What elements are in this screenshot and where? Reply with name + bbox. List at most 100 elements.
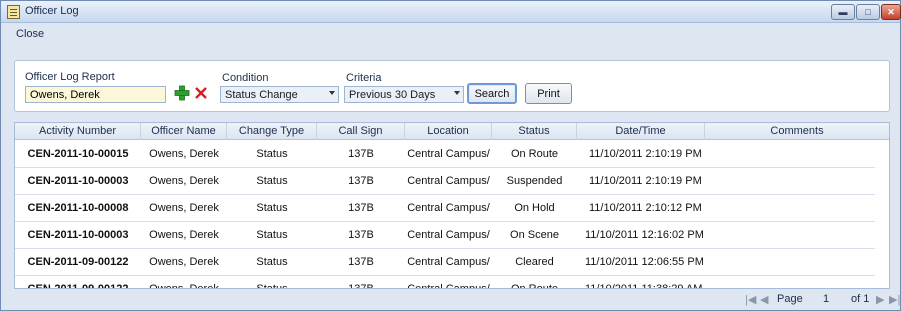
cell-change-type: Status — [256, 229, 288, 241]
grid-header: Activity Number Officer Name Change Type… — [15, 123, 889, 140]
cell-activity-number: CEN-2011-09-00122 — [27, 256, 129, 268]
minimize-button[interactable]: ▬ — [831, 4, 855, 20]
cell-comments — [705, 276, 875, 288]
cell-comments — [705, 249, 875, 275]
page-number[interactable]: 1 — [823, 293, 829, 305]
cell-call-sign: 137B — [348, 175, 374, 187]
criteria-select[interactable]: Previous 30 Days — [344, 86, 464, 103]
column-header-call-sign[interactable]: Call Sign — [317, 123, 405, 140]
cell-change-type: Status — [256, 256, 288, 268]
print-button[interactable]: Print — [525, 83, 572, 104]
officer-input[interactable]: Owens, Derek — [25, 86, 166, 103]
condition-select[interactable]: Status Change — [220, 86, 339, 103]
cell-activity-number: CEN-2011-09-00122 — [27, 283, 129, 289]
log-book-icon — [7, 5, 20, 19]
table-row[interactable]: CEN-2011-10-00015 Owens, Derek Status 13… — [15, 141, 875, 168]
page-count: of 1 — [851, 293, 870, 305]
filter-panel: Officer Log Report Owens, Derek Conditio… — [14, 60, 890, 112]
close-icon: ✕ — [887, 6, 895, 17]
cell-date-time: 11/10/2011 12:16:02 PM — [585, 229, 704, 241]
cell-date-time: 11/10/2011 12:06:55 PM — [585, 256, 704, 268]
cell-comments — [705, 222, 875, 248]
cell-activity-number: CEN-2011-10-00003 — [27, 175, 129, 187]
search-button[interactable]: Search — [467, 83, 517, 104]
pager: |◀ ◀ Page 1 of 1 ▶ ▶| — [731, 291, 900, 309]
cell-officer-name: Owens, Derek — [149, 283, 219, 289]
cell-date-time: 11/10/2011 11:38:29 AM — [585, 283, 703, 289]
cell-activity-number: CEN-2011-10-00003 — [27, 229, 129, 241]
column-header-comments[interactable]: Comments — [705, 123, 889, 140]
cell-status: Cleared — [515, 256, 554, 268]
cell-activity-number: CEN-2011-10-00008 — [27, 202, 129, 214]
column-header-location[interactable]: Location — [405, 123, 492, 140]
remove-officer-icon[interactable] — [194, 85, 208, 101]
cell-location: Central Campus/ — [407, 229, 490, 241]
cell-status: On Hold — [514, 202, 555, 214]
chevron-down-icon — [329, 91, 335, 95]
cell-officer-name: Owens, Derek — [149, 229, 219, 241]
cell-change-type: Status — [256, 148, 288, 160]
column-header-activity-number[interactable]: Activity Number — [15, 123, 141, 140]
menu-bar: Close — [2, 24, 899, 46]
menu-item-close[interactable]: Close — [16, 28, 44, 40]
window-title: Officer Log — [25, 5, 79, 17]
cell-comments — [705, 195, 875, 221]
cell-call-sign: 137B — [348, 229, 374, 241]
cell-activity-number: CEN-2011-10-00015 — [27, 148, 129, 160]
maximize-icon: □ — [865, 7, 871, 17]
cell-status: On Scene — [510, 229, 559, 241]
cell-change-type: Status — [256, 283, 288, 289]
next-page-icon[interactable]: ▶ — [876, 293, 884, 306]
cell-call-sign: 137B — [348, 283, 374, 289]
column-header-officer-name[interactable]: Officer Name — [141, 123, 227, 140]
cell-officer-name: Owens, Derek — [149, 148, 219, 160]
close-window-button[interactable]: ✕ — [881, 4, 901, 20]
table-row[interactable]: CEN-2011-10-00003 Owens, Derek Status 13… — [15, 222, 875, 249]
vertical-scrollbar[interactable]: ▲ ≡ ▼ — [889, 123, 890, 288]
cell-comments — [705, 141, 875, 167]
criteria-value: Previous 30 Days — [349, 89, 436, 101]
cell-location: Central Campus/ — [407, 175, 490, 187]
criteria-label: Criteria — [346, 72, 382, 84]
condition-label: Condition — [222, 72, 269, 84]
cell-call-sign: 137B — [348, 202, 374, 214]
last-page-icon[interactable]: ▶| — [889, 293, 900, 306]
previous-page-icon[interactable]: ◀ — [760, 293, 768, 306]
officer-log-report-label: Officer Log Report — [25, 71, 115, 83]
cell-status: Suspended — [506, 175, 563, 187]
column-header-change-type[interactable]: Change Type — [227, 123, 317, 140]
cell-change-type: Status — [256, 202, 288, 214]
title-bar[interactable]: Officer Log ▬ □ ✕ — [1, 1, 901, 23]
cell-date-time: 11/10/2011 2:10:19 PM — [589, 175, 702, 187]
cell-status: On Route — [510, 148, 559, 160]
cell-date-time: 11/10/2011 2:10:19 PM — [589, 148, 702, 160]
page-label: Page — [777, 293, 803, 305]
table-row[interactable]: CEN-2011-10-00003 Owens, Derek Status 13… — [15, 168, 875, 195]
column-header-date-time[interactable]: Date/Time — [577, 123, 705, 140]
cell-location: Central Campus/ — [407, 202, 490, 214]
cell-comments — [705, 168, 875, 194]
add-officer-icon[interactable] — [174, 85, 190, 101]
officer-log-grid: Activity Number Officer Name Change Type… — [14, 122, 890, 289]
chevron-down-icon — [454, 91, 460, 95]
maximize-button[interactable]: □ — [856, 4, 880, 20]
table-row[interactable]: CEN-2011-09-00122 Owens, Derek Status 13… — [15, 276, 875, 289]
cell-officer-name: Owens, Derek — [149, 256, 219, 268]
table-row[interactable]: CEN-2011-09-00122 Owens, Derek Status 13… — [15, 249, 875, 276]
cell-date-time: 11/10/2011 2:10:12 PM — [589, 202, 702, 214]
cell-officer-name: Owens, Derek — [149, 175, 219, 187]
column-header-status[interactable]: Status — [492, 123, 577, 140]
minimize-icon: ▬ — [838, 7, 848, 17]
officer-log-window: Officer Log ▬ □ ✕ Close Officer Log Repo… — [0, 0, 901, 311]
first-page-icon[interactable]: |◀ — [745, 293, 756, 306]
cell-call-sign: 137B — [348, 148, 374, 160]
cell-location: Central Campus/ — [407, 283, 490, 289]
cell-call-sign: 137B — [348, 256, 374, 268]
cell-status: On Route — [510, 283, 559, 289]
cell-location: Central Campus/ — [407, 148, 490, 160]
condition-value: Status Change — [225, 89, 298, 101]
cell-officer-name: Owens, Derek — [149, 202, 219, 214]
cell-change-type: Status — [256, 175, 288, 187]
cell-location: Central Campus/ — [407, 256, 490, 268]
table-row[interactable]: CEN-2011-10-00008 Owens, Derek Status 13… — [15, 195, 875, 222]
